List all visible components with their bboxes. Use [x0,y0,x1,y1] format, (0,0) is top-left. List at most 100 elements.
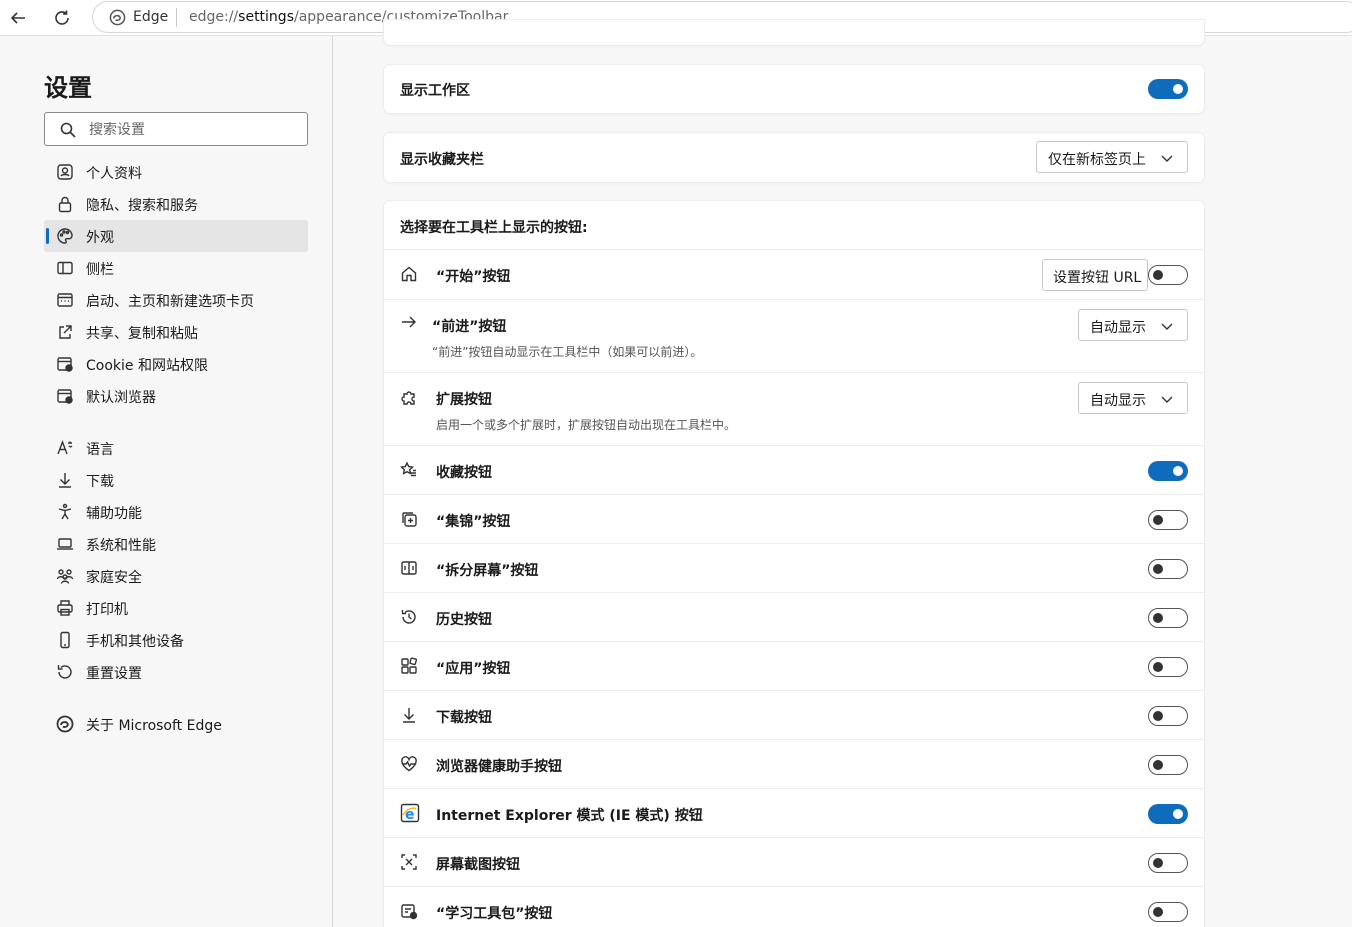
phone-icon [56,631,74,649]
downloads-button-row: 下载按钮 [384,690,1204,739]
sidebar-item-profile[interactable]: 个人资料 [44,156,308,188]
extensions-button-description: 启用一个或多个扩展时，扩展按钮自动出现在工具栏中。 [436,418,737,432]
family-icon [56,567,74,585]
laptop-icon [56,535,74,553]
download-icon [400,706,420,726]
sidebar-icon [56,259,74,277]
favorites-bar-dropdown[interactable]: 仅在新标签页上 [1036,141,1188,173]
forward-button-row: “前进”按钮 “前进”按钮自动显示在工具栏中（如果可以前进）。 自动显示 [384,299,1204,372]
sidebar-item-phone[interactable]: 手机和其他设备 [44,624,308,656]
forward-button-value: 自动显示 [1090,320,1146,336]
puzzle-icon [400,389,420,409]
screenshot-icon [400,853,420,873]
screenshot-button-label: 屏幕截图按钮 [436,857,520,873]
learning-toolkit-button-label: “学习工具包”按钮 [436,906,553,922]
sidebar-item-default-browser[interactable]: 默认浏览器 [44,380,308,412]
apps-icon [400,657,420,677]
sidebar-item-sidebar[interactable]: 侧栏 [44,252,308,284]
sidebar-item-share[interactable]: 共享、复制和粘贴 [44,316,308,348]
sidebar-item-label: 关于 Microsoft Edge [86,718,222,734]
sidebar-item-label: 手机和其他设备 [86,634,184,650]
sidebar-title: 设置 [44,74,92,102]
workspaces-card: 显示工作区 [384,65,1204,113]
sidebar-item-reset[interactable]: 重置设置 [44,656,308,688]
downloads-button-label: 下载按钮 [436,710,492,726]
search-icon [60,122,76,138]
lock-icon [56,195,74,213]
collections-button-toggle[interactable] [1148,510,1188,530]
search-input[interactable] [89,119,289,141]
downloads-button-toggle[interactable] [1148,706,1188,726]
home-page-icon [56,291,74,309]
split-screen-icon [400,559,420,579]
extensions-button-dropdown[interactable]: 自动显示 [1078,382,1188,414]
browser-health-button-label: 浏览器健康助手按钮 [436,759,562,775]
workspaces-toggle[interactable] [1148,79,1188,99]
forward-button-dropdown[interactable]: 自动显示 [1078,309,1188,341]
sidebar-item-language[interactable]: 语言 [44,432,308,464]
sidebar-item-appearance[interactable]: 外观 [44,220,308,252]
share-icon [56,323,74,341]
history-icon [400,608,420,628]
sidebar-item-label: 外观 [86,230,114,246]
home-button-toggle[interactable] [1148,265,1188,285]
sidebar-item-label: Cookie 和网站权限 [86,358,208,374]
collections-icon [400,510,420,530]
set-home-url-button[interactable]: 设置按钮 URL [1042,259,1148,291]
browser-health-icon [400,755,420,775]
favorites-bar-label: 显示收藏夹栏 [400,152,484,168]
edge-logo-icon [56,715,74,733]
sidebar-item-startup[interactable]: 启动、主页和新建选项卡页 [44,284,308,316]
collections-button-row: “集锦”按钮 [384,494,1204,543]
edge-logo-icon [109,9,126,26]
workspaces-label: 显示工作区 [400,83,470,99]
split-screen-button-toggle[interactable] [1148,559,1188,579]
sidebar-item-accessibility[interactable]: 辅助功能 [44,496,308,528]
url-scheme: edge:// [189,9,239,25]
sidebar-item-label: 辅助功能 [86,506,142,522]
split-screen-button-row: “拆分屏幕”按钮 [384,543,1204,592]
forward-button-description: “前进”按钮自动显示在工具栏中（如果可以前进）。 [432,345,703,359]
toolbar-section-title: 选择要在工具栏上显示的按钮: [400,220,588,236]
sidebar-item-about[interactable]: 关于 Microsoft Edge [44,708,308,740]
chevron-down-icon [1161,323,1173,330]
refresh-button[interactable] [48,4,76,32]
sidebar-item-label: 默认浏览器 [86,390,156,406]
sidebar-item-printers[interactable]: 打印机 [44,592,308,624]
sidebar-item-cookies[interactable]: Cookie 和网站权限 [44,348,308,380]
accessibility-icon [56,503,74,521]
back-button[interactable] [4,4,32,32]
browser-health-button-toggle[interactable] [1148,755,1188,775]
default-browser-icon [56,387,74,405]
extensions-button-row: 扩展按钮 启用一个或多个扩展时，扩展按钮自动出现在工具栏中。 自动显示 [384,372,1204,445]
apps-button-label: “应用”按钮 [436,661,511,677]
site-label: Edge [133,9,169,25]
profile-icon [56,163,74,181]
sidebar-item-privacy[interactable]: 隐私、搜索和服务 [44,188,308,220]
favorites-bar-value: 仅在新标签页上 [1048,152,1146,168]
home-button-row: “开始”按钮 设置按钮 URL [384,249,1204,299]
chevron-down-icon [1161,396,1173,403]
screenshot-button-toggle[interactable] [1148,853,1188,873]
apps-button-toggle[interactable] [1148,657,1188,677]
palette-icon [56,227,74,245]
sidebar-item-system[interactable]: 系统和性能 [44,528,308,560]
ie-mode-icon: e [400,803,420,823]
chevron-down-icon [1161,155,1173,162]
learning-toolkit-icon [400,902,420,922]
reset-icon [56,663,74,681]
sidebar-item-family[interactable]: 家庭安全 [44,560,308,592]
favorites-button-toggle[interactable] [1148,461,1188,481]
back-arrow-icon [10,12,25,24]
settings-sidebar: 设置 个人资料 隐私、搜索和服务 外观 侧栏 启动、主页和新建选项卡页 共享、复… [0,36,333,927]
sidebar-item-downloads[interactable]: 下载 [44,464,308,496]
learning-toolkit-button-toggle[interactable] [1148,902,1188,922]
ie-mode-button-label: Internet Explorer 模式 (IE 模式) 按钮 [436,808,703,824]
history-button-toggle[interactable] [1148,608,1188,628]
ie-mode-button-toggle[interactable] [1148,804,1188,824]
screenshot-button-row: 屏幕截图按钮 [384,837,1204,886]
favorites-button-row: 收藏按钮 [384,445,1204,494]
search-box[interactable] [44,112,308,146]
printer-icon [56,599,74,617]
url-host: settings [238,9,294,25]
